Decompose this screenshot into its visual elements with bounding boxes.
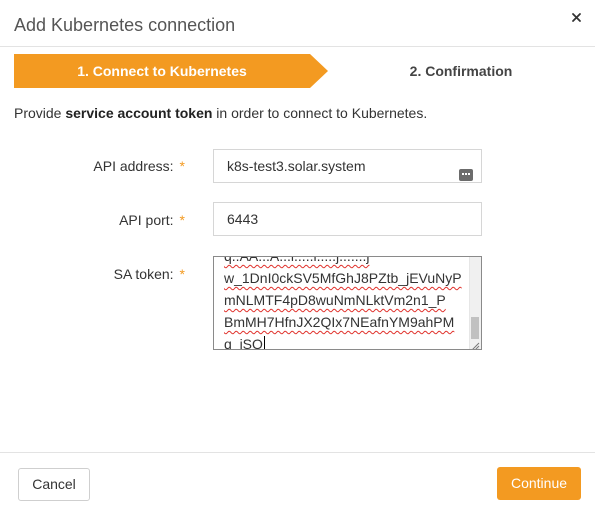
required-mark: * bbox=[179, 158, 185, 174]
textarea-scrollbar[interactable] bbox=[469, 257, 481, 349]
required-mark: * bbox=[179, 212, 185, 228]
api-port-value: 6443 bbox=[227, 211, 259, 227]
api-address-input[interactable]: k8s-test3.solar.system bbox=[213, 149, 482, 183]
text-cursor bbox=[263, 336, 265, 349]
required-mark: * bbox=[179, 266, 185, 282]
sa-token-line: q_jSQ bbox=[224, 336, 263, 350]
sa-token-last-line: q_jSQ bbox=[224, 333, 470, 350]
api-address-value: k8s-test3.solar.system bbox=[227, 158, 366, 174]
close-icon[interactable] bbox=[568, 9, 586, 27]
sa-token-line: BmMH7HfnJX2QIx7NEafnYM9ahPM bbox=[224, 314, 455, 330]
scrollbar-thumb[interactable] bbox=[471, 317, 479, 339]
api-port-label-text: API port: bbox=[119, 212, 174, 228]
api-port-input[interactable]: 6443 bbox=[213, 202, 482, 236]
intro-prefix: Provide bbox=[14, 105, 66, 121]
footer-divider bbox=[0, 452, 595, 453]
keyboard-icon[interactable] bbox=[459, 160, 473, 181]
step-connect: 1. Connect to Kubernetes bbox=[14, 54, 328, 88]
cancel-button[interactable]: Cancel bbox=[18, 468, 90, 501]
intro-text: Provide service account token in order t… bbox=[14, 105, 427, 121]
dialog-header: Add Kubernetes connection bbox=[0, 0, 595, 47]
sa-token-line: q..AA...A...l.....l.....j.......j bbox=[224, 256, 370, 264]
sa-token-label: SA token: * bbox=[0, 266, 185, 282]
add-connection-dialog: Add Kubernetes connection 1. Connect to … bbox=[0, 0, 595, 516]
step-connect-label: 1. Connect to Kubernetes bbox=[77, 63, 247, 79]
sa-token-textarea[interactable]: q..AA...A...l.....l.....j.......j w_1DnI… bbox=[213, 256, 482, 350]
intro-suffix: in order to connect to Kubernetes. bbox=[212, 105, 428, 121]
api-address-label: API address: * bbox=[0, 158, 185, 174]
api-address-label-text: API address: bbox=[93, 158, 174, 174]
wizard-steps: 1. Connect to Kubernetes 2. Confirmation bbox=[14, 54, 584, 88]
sa-token-text: q..AA...A...l.....l.....j.......j w_1DnI… bbox=[224, 256, 470, 350]
sa-token-label-text: SA token: bbox=[113, 266, 174, 282]
dialog-title: Add Kubernetes connection bbox=[14, 15, 236, 35]
intro-bold: service account token bbox=[65, 105, 213, 121]
api-port-label: API port: * bbox=[0, 212, 185, 228]
resize-grip-icon[interactable] bbox=[470, 338, 480, 349]
step-confirmation: 2. Confirmation bbox=[409, 63, 513, 79]
continue-button[interactable]: Continue bbox=[497, 467, 581, 500]
sa-token-line: mNLMTF4pD8wuNmNLktVm2n1_P bbox=[224, 292, 446, 308]
sa-token-line: w_1DnI0ckSV5MfGhJ8PZtb_jEVuNyP bbox=[224, 270, 462, 286]
